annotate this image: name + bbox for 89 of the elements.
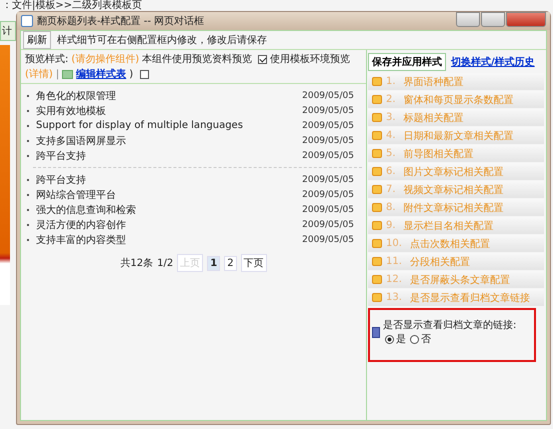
article-title[interactable]: Support for display of multiple languages xyxy=(36,120,302,131)
article-date: 2009/05/05 xyxy=(302,174,354,184)
checkbox[interactable] xyxy=(258,54,268,64)
warning-text: (请勿操作组件) xyxy=(71,52,140,66)
square-icon xyxy=(372,95,382,104)
section-number: 12. xyxy=(386,274,402,285)
section-number: 8. xyxy=(386,202,396,213)
article-title[interactable]: 灵活方便的内容创作 xyxy=(36,218,302,232)
square-icon xyxy=(372,275,382,284)
note-text: 本组件使用预览资料预览 xyxy=(142,52,252,66)
article-title[interactable]: 网站综合管理平台 xyxy=(36,188,302,202)
close-paren: ) xyxy=(129,68,134,80)
article-title[interactable]: 强大的信息查询和检索 xyxy=(36,202,302,216)
section-label: 标题相关配置 xyxy=(404,112,464,124)
square-icon xyxy=(372,167,382,176)
article-date: 2009/05/05 xyxy=(302,204,354,214)
section-number: 6. xyxy=(386,166,396,177)
square-icon xyxy=(372,113,382,122)
section-label: 视频文章标记相关配置 xyxy=(404,184,504,196)
article-title[interactable]: 角色化的权限管理 xyxy=(36,88,302,102)
article-date: 2009/05/05 xyxy=(302,220,354,230)
square-icon xyxy=(372,203,382,212)
section-number: 13. xyxy=(386,292,402,303)
section-number: 1. xyxy=(386,76,396,87)
section-label: 是否屏蔽头条文章配置 xyxy=(410,274,510,286)
article-title[interactable]: 支持丰富的内容类型 xyxy=(36,232,302,246)
section-number: 7. xyxy=(386,184,396,195)
square-icon xyxy=(372,257,382,266)
option-label: 是 xyxy=(396,333,406,346)
page-number[interactable]: 1 xyxy=(207,256,220,270)
square-icon xyxy=(372,131,382,140)
section-number: 4. xyxy=(386,130,396,141)
section-label: 分段相关配置 xyxy=(410,256,470,268)
square-icon xyxy=(372,77,382,86)
section-label: 前导图相关配置 xyxy=(404,148,474,160)
article-title[interactable]: 跨平台支持 xyxy=(36,172,302,186)
total-count: 共12条 xyxy=(120,256,154,270)
radio-button[interactable] xyxy=(410,334,419,344)
section-number: 3. xyxy=(386,112,396,123)
section-label: 显示栏目名相关配置 xyxy=(404,220,494,232)
article-date: 2009/05/05 xyxy=(302,136,354,146)
history-link[interactable]: 切换样式/样式历史 xyxy=(451,54,535,68)
article-title[interactable]: 实用有效地模板 xyxy=(36,104,302,118)
page-indicator: 1/2 xyxy=(157,258,174,268)
article-date: 2009/05/05 xyxy=(302,90,354,100)
section-label: 日期和最新文章相关配置 xyxy=(404,130,514,142)
square-icon xyxy=(372,185,382,194)
next-page-button[interactable]: 下页 xyxy=(240,254,267,272)
minimize-button[interactable] xyxy=(456,12,480,27)
preview-label: 预览样式: xyxy=(25,52,68,66)
square-icon xyxy=(372,149,382,158)
checkbox[interactable] xyxy=(140,70,150,78)
article-date: 2009/05/05 xyxy=(302,120,354,130)
article-date: 2009/05/05 xyxy=(302,150,354,160)
restore-button[interactable] xyxy=(481,12,505,27)
save-button[interactable]: 保存并应用样式 xyxy=(368,52,446,70)
section-number: 5. xyxy=(386,148,396,159)
window-title: 翻页标题列表-样式配置 -- 网页对话框 xyxy=(37,14,206,28)
page-icon xyxy=(21,15,33,27)
document-icon xyxy=(372,326,380,338)
section-label: 界面语种配置 xyxy=(404,76,464,88)
section-number: 2. xyxy=(386,94,396,105)
page-number[interactable]: 2 xyxy=(224,256,237,270)
article-date: 2009/05/05 xyxy=(302,190,354,200)
side-tab[interactable]: 计 xyxy=(0,21,16,41)
separator: | xyxy=(56,68,60,80)
sheet-icon xyxy=(62,70,74,78)
square-icon xyxy=(372,293,382,302)
section-number: 9. xyxy=(386,220,396,231)
hint-text: 样式细节可在右侧配置框内修改，修改后请保存 xyxy=(57,34,267,47)
refresh-button[interactable]: 刷新 xyxy=(23,31,51,49)
section-label: 点击次数相关配置 xyxy=(410,238,490,250)
section-number: 11. xyxy=(386,256,402,267)
checkbox-label: 使用模板环境预览 xyxy=(270,52,350,66)
section-label: 图片文章标记相关配置 xyxy=(404,166,504,178)
article-title[interactable]: 支持多国语网屏显示 xyxy=(36,134,302,148)
article-date: 2009/05/05 xyxy=(302,234,354,244)
radio-button[interactable] xyxy=(385,334,394,344)
section-number: 10. xyxy=(386,238,402,249)
option-label: 否 xyxy=(421,333,431,346)
square-icon xyxy=(372,221,382,230)
article-title[interactable]: 跨平台支持 xyxy=(36,148,302,162)
section-label: 是否显示查看归档文章链接 xyxy=(410,292,530,304)
section-label: 附件文章标记相关配置 xyxy=(404,202,504,214)
setting-question: 是否显示查看归档文章的链接: xyxy=(383,318,516,332)
square-icon xyxy=(372,239,382,248)
section-label: 窗体和每页显示条数配置 xyxy=(404,94,514,106)
edit-stylesheet-link[interactable]: 编辑样式表 xyxy=(76,67,126,81)
article-date: 2009/05/05 xyxy=(302,106,354,116)
